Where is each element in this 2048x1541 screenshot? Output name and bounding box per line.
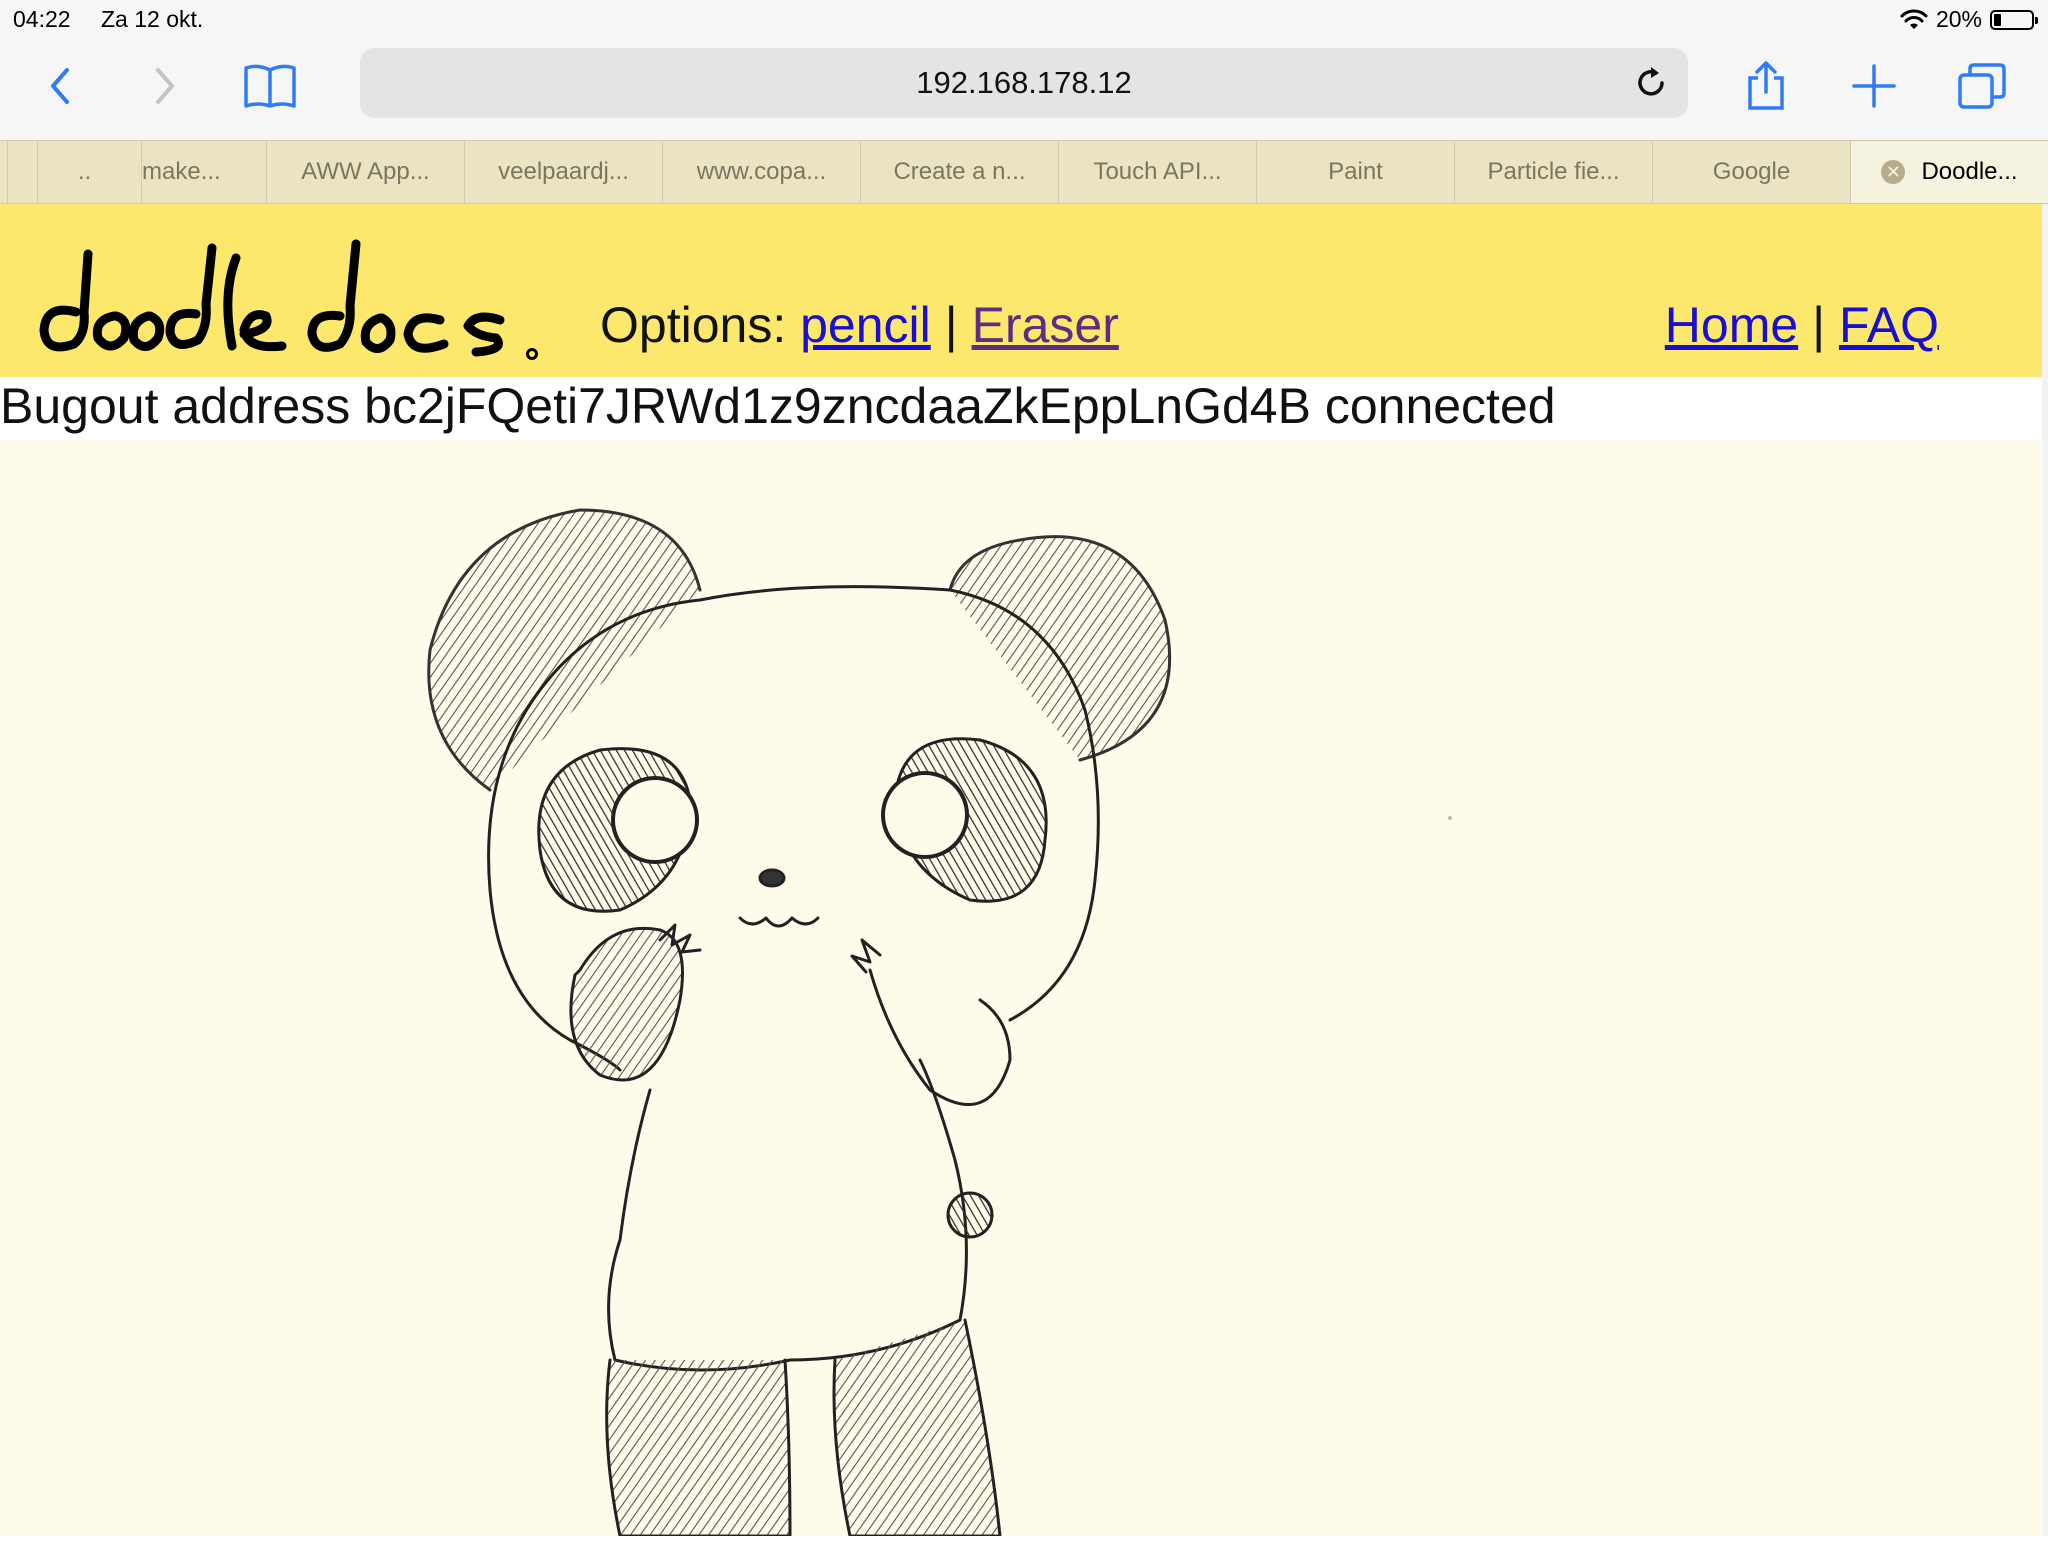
reload-icon[interactable] [1632,64,1670,102]
faq-link[interactable]: FAQ [1839,297,1939,353]
options-label: Options: [600,297,787,353]
options-bar: Options: pencil | Eraser [600,296,1119,354]
tab[interactable]: Create a n... [860,141,1058,203]
eraser-option-link[interactable]: Eraser [972,297,1119,353]
tab[interactable]: veelpaardj... [464,141,662,203]
page-header: Options: pencil | Eraser Home | FAQ [0,204,2042,377]
share-icon [1748,61,1784,110]
plus-icon [1852,64,1896,108]
tab[interactable]: Particle fie... [1454,141,1652,203]
browser-toolbar: 192.168.178.12 [0,40,2048,140]
new-tab-button[interactable] [1844,58,1904,114]
status-time: 04:22 [13,6,71,32]
status-right: 20% [1900,6,2038,33]
address-bar[interactable]: 192.168.178.12 [360,48,1688,118]
tab-label: veelpaardj... [498,158,629,185]
doodle-docs-logo-art [39,239,538,360]
tab[interactable]: www.copa... [662,141,860,203]
share-button[interactable] [1736,58,1796,114]
tab[interactable]: AWW App... [266,141,464,203]
nav-separator: | [1812,297,1826,353]
tab-active[interactable]: ✕ Doodle... [1850,141,2048,203]
bookmarks-button[interactable] [240,58,300,114]
tab[interactable]: .. [37,141,141,203]
battery-icon [1990,9,2038,30]
back-button[interactable] [30,58,90,114]
chevron-right-icon [156,68,174,104]
battery-percent: 20% [1935,6,1982,32]
tabs-overview-button[interactable] [1952,58,2012,114]
tab-bar: .. make... AWW App... veelpaardj... www.… [0,140,2048,204]
tab-label: Particle fie... [1487,158,1620,185]
tab[interactable]: Google [1652,141,1850,203]
tab-label: Google [1712,158,1791,185]
page-nav: Home | FAQ [1665,296,1939,354]
panda-sketch [427,508,1452,1538]
status-bar: 04:22 Za 12 okt. 20% [0,0,2048,40]
book-icon [244,64,296,108]
tab-label: make... [142,158,221,185]
tab-label: Paint [1328,158,1383,185]
wifi-icon [1900,9,1928,29]
tabs-icon [1958,63,2006,109]
chevron-left-icon [51,68,69,104]
status-date: Za 12 okt. [101,6,204,32]
tab-label: .. [78,158,92,185]
right-edge [2042,204,2048,1536]
tab-label: AWW App... [301,158,430,185]
close-tab-icon[interactable]: ✕ [1881,160,1906,184]
home-link[interactable]: Home [1665,297,1798,353]
pencil-option-link[interactable]: pencil [800,297,931,353]
options-separator: | [944,297,958,353]
forward-button[interactable] [135,58,195,114]
tab-label: Create a n... [893,158,1026,185]
doodle-docs-logo[interactable] [36,234,556,369]
connection-status: Bugout address bc2jFQeti7JRWd1z9zncdaaZk… [0,378,1556,434]
tab-label: www.copa... [696,158,827,185]
tab[interactable] [7,141,37,203]
url-text: 192.168.178.12 [916,65,1132,100]
tab-label: Doodle... [1921,158,2018,185]
battery-fill [1994,13,2001,26]
tab-label: Touch API... [1093,158,1222,185]
drawing-canvas[interactable] [0,440,2042,1538]
tab[interactable]: make... [141,141,266,203]
tab[interactable]: Paint [1256,141,1454,203]
tab[interactable]: Touch API... [1058,141,1256,203]
